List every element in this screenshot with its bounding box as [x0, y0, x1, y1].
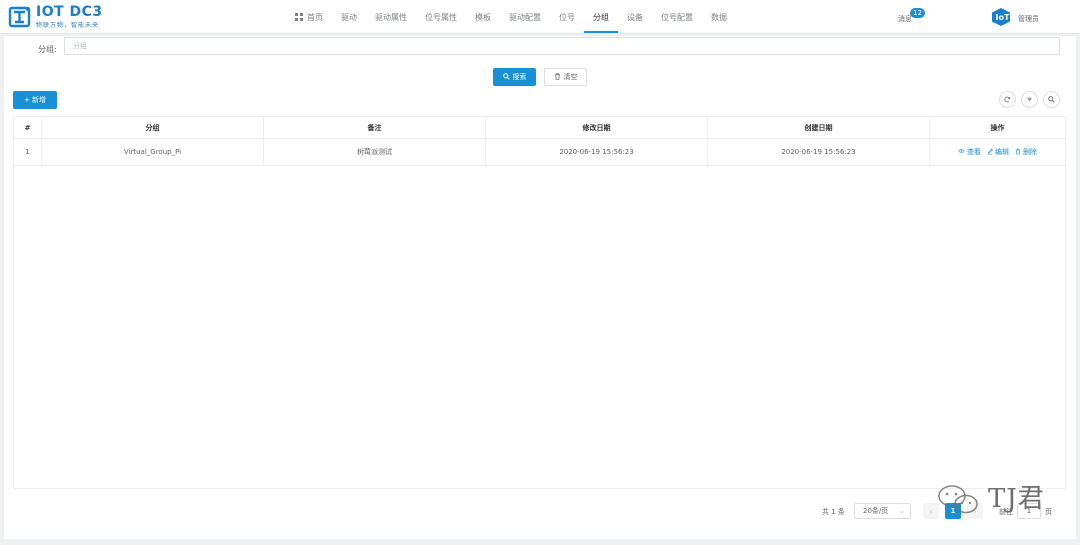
row-actions: 查看 编辑 删除: [930, 139, 1065, 165]
nav-label: 模板: [475, 12, 491, 22]
nav-label: 驱动: [341, 12, 357, 22]
user-name[interactable]: 管理员: [1018, 14, 1039, 24]
row-created: 2020-06-19 15:56:23: [708, 139, 930, 165]
column-header[interactable]: 分组: [42, 117, 264, 138]
delete-label: 删除: [1023, 148, 1037, 156]
logo-title: IOT DC3: [36, 4, 103, 20]
table-header: # 分组 备注 修改日期 创建日期 操作: [14, 117, 1065, 139]
nav-item-point[interactable]: 位号: [550, 0, 584, 34]
add-button-label: + 新增: [23, 96, 47, 104]
pagination-total: 共 1 条: [822, 508, 845, 516]
clear-button-label: 清空: [563, 73, 578, 81]
avatar[interactable]: IoT: [990, 7, 1012, 27]
logo-icon: [8, 6, 31, 28]
nav-item-driver-attribute[interactable]: 驱动属性: [366, 0, 416, 34]
nav-label: 位号配置: [661, 12, 693, 22]
refresh-button[interactable]: [999, 91, 1016, 108]
sort-button[interactable]: [1021, 91, 1038, 108]
nav-item-template[interactable]: 模板: [466, 0, 500, 34]
table-row[interactable]: 1 Virtual_Group_Pi 树莓派测试 2020-06-19 15:5…: [14, 139, 1065, 166]
nav-item-point-config[interactable]: 位号配置: [652, 0, 702, 34]
eye-icon: [958, 148, 965, 156]
search-icon: [1048, 96, 1055, 103]
search-button[interactable]: 搜索: [493, 68, 536, 86]
page-size-select[interactable]: 20条/页 ⌄: [854, 503, 911, 519]
toggle-search-button[interactable]: [1043, 91, 1060, 108]
clear-button[interactable]: 清空: [544, 68, 587, 86]
goto-page-suffix: 页: [1045, 508, 1052, 516]
nav-item-home[interactable]: 首页: [286, 0, 332, 34]
group-search-input[interactable]: [64, 37, 1060, 55]
edit-icon: [987, 148, 993, 157]
main-card: 分组: 搜索 清空 + 新增 # 分组 备注 修改日期 创建日期 操作: [4, 36, 1076, 539]
nav-item-device[interactable]: 设备: [618, 0, 652, 34]
chevron-left-icon: ‹: [929, 506, 933, 516]
trash-icon: [1015, 148, 1021, 157]
refresh-icon: [1004, 96, 1010, 103]
row-group: Virtual_Group_Pi: [42, 139, 264, 165]
view-label: 查看: [967, 148, 981, 156]
search-button-label: 搜索: [512, 73, 527, 81]
column-header[interactable]: 操作: [930, 117, 1065, 138]
add-button[interactable]: + 新增: [13, 91, 57, 109]
nav-label: 驱动配置: [509, 12, 541, 22]
page-size-value: 20条/页: [863, 507, 889, 515]
row-index: 1: [14, 139, 42, 165]
top-header: IOT DC3 物联万物，智能未来 首页 驱动 驱动属性 位号属性 模板 驱动配…: [0, 0, 1080, 34]
column-header[interactable]: 创建日期: [708, 117, 930, 138]
nav-item-group[interactable]: 分组: [584, 0, 618, 34]
nav-label: 分组: [593, 12, 609, 22]
watermark-text: TJ君: [988, 484, 1045, 514]
nav-item-point-attribute[interactable]: 位号属性: [416, 0, 466, 34]
nav-item-driver-config[interactable]: 驱动配置: [500, 0, 550, 34]
search-icon: [502, 72, 510, 82]
nav-label: 驱动属性: [375, 12, 407, 22]
svg-text:IoT: IoT: [996, 13, 1010, 22]
view-button[interactable]: 查看: [958, 147, 981, 157]
edit-label: 编辑: [995, 148, 1009, 156]
sort-icon: [1027, 97, 1032, 102]
logo-slogan: 物联万物，智能未来: [36, 22, 100, 29]
chevron-down-icon: ⌄: [899, 507, 905, 515]
nav-item-driver[interactable]: 驱动: [332, 0, 366, 34]
logo[interactable]: IOT DC3 物联万物，智能未来: [8, 4, 103, 30]
nav-item-data[interactable]: 数据: [702, 0, 736, 34]
grid-icon: [295, 13, 303, 21]
edit-button[interactable]: 编辑: [987, 147, 1009, 157]
column-header[interactable]: 修改日期: [486, 117, 708, 138]
trash-icon: [554, 72, 561, 82]
delete-button[interactable]: 删除: [1015, 147, 1037, 157]
column-header[interactable]: 备注: [264, 117, 486, 138]
row-remark: 树莓派测试: [264, 139, 486, 165]
nav-label: 数据: [711, 12, 727, 22]
search-form: 分组:: [38, 37, 1060, 55]
nav-label: 首页: [307, 12, 323, 22]
group-table: # 分组 备注 修改日期 创建日期 操作 1 Virtual_Group_Pi …: [13, 116, 1066, 489]
nav-label: 位号属性: [425, 12, 457, 22]
nav-label: 设备: [627, 12, 643, 22]
main-nav: 首页 驱动 驱动属性 位号属性 模板 驱动配置 位号 分组 设备 位号配置 数据: [286, 0, 736, 34]
row-modified: 2020-06-19 15:56:23: [486, 139, 708, 165]
column-header[interactable]: #: [14, 117, 42, 138]
group-label: 分组:: [38, 45, 57, 54]
nav-label: 位号: [559, 12, 575, 22]
message-count-badge: 12: [910, 8, 925, 18]
